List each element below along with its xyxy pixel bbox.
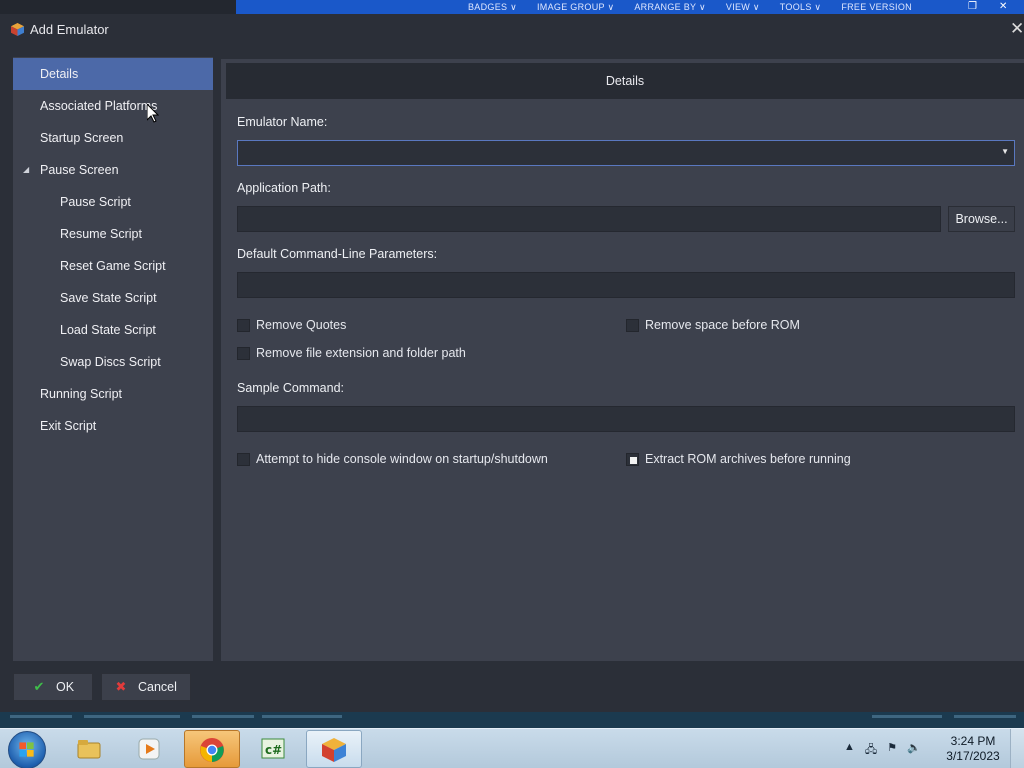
taskbar-media-player-button[interactable] — [122, 730, 178, 768]
sample-command-input[interactable] — [237, 406, 1015, 432]
windows-logo-icon — [19, 742, 34, 757]
checkbox-box-checked[interactable] — [626, 452, 639, 466]
show-hidden-icons-icon[interactable]: ▲ — [844, 741, 855, 760]
remove-quotes-checkbox[interactable]: Remove Quotes — [237, 318, 346, 332]
expand-caret-icon[interactable]: ◢ — [23, 154, 29, 186]
taskbar-csharp-button[interactable]: c# — [246, 730, 302, 768]
sidebar-item-running-script[interactable]: Running Script — [13, 378, 213, 410]
close-icon[interactable]: ✕ — [999, 1, 1007, 12]
taskbar: c# ▲ 🖧 ⚑ 🔈 3:24 PM 3/17/2023 — [0, 728, 1024, 768]
system-tray: ▲ 🖧 ⚑ 🔈 — [844, 741, 921, 760]
sidebar-item-pause-screen[interactable]: ◢ Pause Screen — [13, 154, 213, 186]
launchbox-icon — [322, 738, 346, 762]
taskbar-chrome-button[interactable] — [184, 730, 240, 768]
command-line-label: Default Command-Line Parameters: — [237, 247, 438, 261]
sidebar-item-label: Swap Discs Script — [60, 355, 161, 369]
remove-space-label: Remove space before ROM — [645, 318, 800, 332]
application-path-input[interactable] — [237, 206, 941, 232]
cancel-x-icon: ✖ — [115, 679, 127, 694]
ok-button[interactable]: ✔ OK — [13, 673, 93, 701]
dialog-title: Add Emulator — [30, 22, 109, 37]
remove-quotes-label: Remove Quotes — [256, 318, 347, 332]
ok-label: OK — [56, 680, 75, 694]
details-panel: Details Emulator Name: ▼ Application Pat… — [221, 59, 1024, 661]
extract-rom-checkbox[interactable]: Extract ROM archives before running — [626, 452, 851, 466]
background-app-footer — [0, 712, 1024, 728]
remove-extension-checkbox[interactable]: Remove file extension and folder path — [237, 346, 466, 360]
windows-start-icon[interactable] — [8, 731, 46, 768]
emulator-name-combobox[interactable]: ▼ — [237, 140, 1015, 166]
sidebar: Details Associated Platforms Startup Scr… — [13, 57, 213, 661]
checkbox-box[interactable] — [626, 318, 639, 332]
taskbar-explorer-button[interactable] — [62, 730, 118, 768]
folder-icon — [77, 740, 101, 759]
bg-menu-free-version[interactable]: FREE VERSION — [841, 2, 912, 13]
chrome-icon — [200, 738, 224, 762]
sidebar-item-label: Reset Game Script — [60, 259, 166, 273]
checkbox-box[interactable] — [237, 318, 250, 332]
dialog-close-icon[interactable]: ✕ — [1010, 18, 1024, 40]
svg-text:c#: c# — [265, 743, 282, 757]
taskbar-clock[interactable]: 3:24 PM 3/17/2023 — [940, 734, 1006, 764]
hide-console-label: Attempt to hide console window on startu… — [256, 452, 548, 466]
sidebar-item-resume-script[interactable]: Resume Script — [13, 218, 213, 250]
bg-menu-badges[interactable]: BADGES ∨ — [468, 2, 517, 13]
restore-icon[interactable]: ❐ — [968, 1, 977, 12]
network-icon[interactable]: 🖧 — [865, 741, 877, 760]
checkbox-box[interactable] — [237, 346, 250, 360]
sample-command-label: Sample Command: — [237, 381, 344, 395]
sidebar-item-pause-script[interactable]: Pause Script — [13, 186, 213, 218]
application-path-label: Application Path: — [237, 181, 331, 195]
background-app-bar: BADGES ∨ IMAGE GROUP ∨ ARRANGE BY ∨ VIEW… — [0, 0, 1024, 14]
sidebar-item-label: Load State Script — [60, 323, 156, 337]
cancel-button[interactable]: ✖ Cancel — [101, 673, 191, 701]
remove-extension-label: Remove file extension and folder path — [256, 346, 466, 360]
sidebar-item-exit-script[interactable]: Exit Script — [13, 410, 213, 442]
checkbox-box[interactable] — [237, 452, 250, 466]
bg-menu-view[interactable]: VIEW ∨ — [726, 2, 760, 13]
hide-console-checkbox[interactable]: Attempt to hide console window on startu… — [237, 452, 548, 466]
add-emulator-dialog: Add Emulator ✕ Details Associated Platfo… — [0, 14, 1024, 712]
sidebar-item-label: Pause Script — [60, 195, 131, 209]
sidebar-item-label: Pause Screen — [40, 163, 119, 177]
sidebar-item-swap-discs-script[interactable]: Swap Discs Script — [13, 346, 213, 378]
sidebar-item-label: Startup Screen — [40, 131, 124, 145]
sidebar-item-label: Exit Script — [40, 419, 97, 433]
cancel-label: Cancel — [138, 680, 177, 694]
panel-header: Details — [226, 63, 1024, 99]
sidebar-item-label: Running Script — [40, 387, 122, 401]
sidebar-item-startup-screen[interactable]: Startup Screen — [13, 122, 213, 154]
checkmark-icon: ✔ — [33, 679, 45, 694]
media-player-icon — [138, 738, 160, 760]
sidebar-item-label: Save State Script — [60, 291, 157, 305]
volume-icon[interactable]: 🔈 — [907, 741, 921, 760]
dialog-titlebar: Add Emulator ✕ — [0, 14, 1024, 46]
action-center-flag-icon[interactable]: ⚑ — [887, 741, 897, 760]
chevron-down-icon[interactable]: ▼ — [1001, 147, 1009, 156]
launchbox-app-icon — [11, 23, 24, 36]
show-desktop-button[interactable] — [1010, 729, 1024, 768]
csharp-icon: c# — [261, 738, 285, 759]
background-window-controls: ❐ ✕ — [968, 1, 1007, 12]
taskbar-launchbox-button[interactable] — [306, 730, 362, 768]
clock-time: 3:24 PM — [950, 734, 996, 748]
emulator-name-label: Emulator Name: — [237, 115, 328, 129]
background-app-menu: BADGES ∨ IMAGE GROUP ∨ ARRANGE BY ∨ VIEW… — [468, 2, 932, 13]
sidebar-item-reset-game-script[interactable]: Reset Game Script — [13, 250, 213, 282]
bg-menu-arrange-by[interactable]: ARRANGE BY ∨ — [634, 2, 706, 13]
sidebar-item-label: Resume Script — [60, 227, 142, 241]
sidebar-item-details[interactable]: Details — [13, 58, 213, 90]
command-line-input[interactable] — [237, 272, 1015, 298]
sidebar-item-label: Associated Platforms — [40, 99, 158, 113]
sidebar-item-load-state-script[interactable]: Load State Script — [13, 314, 213, 346]
bg-menu-image-group[interactable]: IMAGE GROUP ∨ — [537, 2, 614, 13]
sidebar-item-save-state-script[interactable]: Save State Script — [13, 282, 213, 314]
sidebar-item-associated-platforms[interactable]: Associated Platforms — [13, 90, 213, 122]
browse-button[interactable]: Browse... — [948, 206, 1015, 232]
bg-menu-tools[interactable]: TOOLS ∨ — [780, 2, 822, 13]
sidebar-item-label: Details — [40, 67, 79, 81]
clock-date: 3/17/2023 — [946, 749, 1000, 763]
extract-rom-label: Extract ROM archives before running — [645, 452, 851, 466]
remove-space-checkbox[interactable]: Remove space before ROM — [626, 318, 800, 332]
